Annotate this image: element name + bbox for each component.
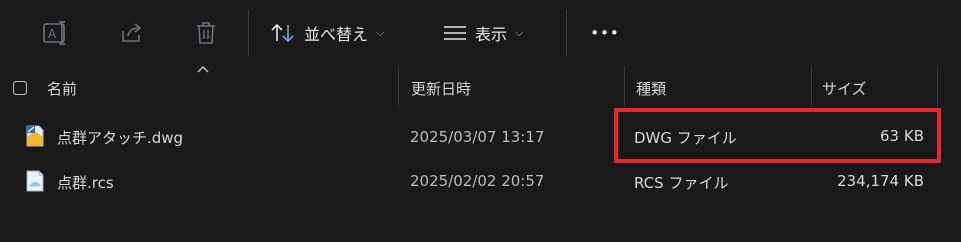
command-bar: A 並べ替え ⌵ 表示 ⌵ ••• [0, 0, 961, 66]
highlight-box [614, 108, 941, 163]
rename-button[interactable]: A [40, 14, 72, 52]
share-button[interactable] [116, 14, 148, 52]
column-divider[interactable] [811, 67, 812, 107]
file-name: 点群.rcs [57, 174, 114, 192]
column-header [0, 67, 961, 107]
column-divider[interactable] [624, 67, 625, 107]
svg-text:A: A [48, 27, 57, 41]
delete-icon [197, 22, 215, 44]
share-icon [122, 23, 142, 42]
column-name[interactable]: 名前 [47, 78, 77, 99]
sort-label: 並べ替え [304, 25, 369, 44]
chevron-down-icon: ⌵ [515, 26, 524, 39]
chevron-down-icon: ⌵ [376, 26, 385, 39]
select-all-checkbox[interactable] [13, 81, 27, 95]
list-view-icon [444, 26, 466, 40]
column-type[interactable]: 種類 [636, 78, 666, 99]
toolbar-separator [566, 10, 567, 56]
file-row[interactable]: 点群.rcs 2025/02/02 20:57 RCS ファイル 234,174… [0, 160, 961, 202]
file-size: 234,174 KB [837, 172, 924, 190]
view-label: 表示 [475, 25, 508, 44]
sort-ascending-icon [197, 65, 209, 73]
file-modified: 2025/03/07 13:17 [410, 128, 545, 146]
sort-button[interactable]: 並べ替え ⌵ [270, 14, 384, 52]
file-modified: 2025/02/02 20:57 [410, 172, 545, 190]
toolbar-separator [248, 10, 249, 56]
column-divider[interactable] [398, 67, 399, 107]
sort-icon [271, 23, 294, 43]
rcs-file-icon [26, 170, 44, 192]
more-options-button[interactable]: ••• [590, 14, 620, 52]
view-button[interactable]: 表示 ⌵ [443, 14, 523, 52]
delete-button[interactable] [192, 14, 220, 52]
rename-icon: A [43, 21, 65, 45]
more-icon: ••• [590, 24, 620, 42]
file-name: 点群アタッチ.dwg [57, 129, 184, 147]
column-modified[interactable]: 更新日時 [411, 78, 471, 99]
column-divider[interactable] [937, 67, 938, 107]
dwg-file-icon [26, 125, 44, 147]
file-type: RCS ファイル [634, 174, 729, 192]
column-size[interactable]: サイズ [822, 78, 867, 99]
